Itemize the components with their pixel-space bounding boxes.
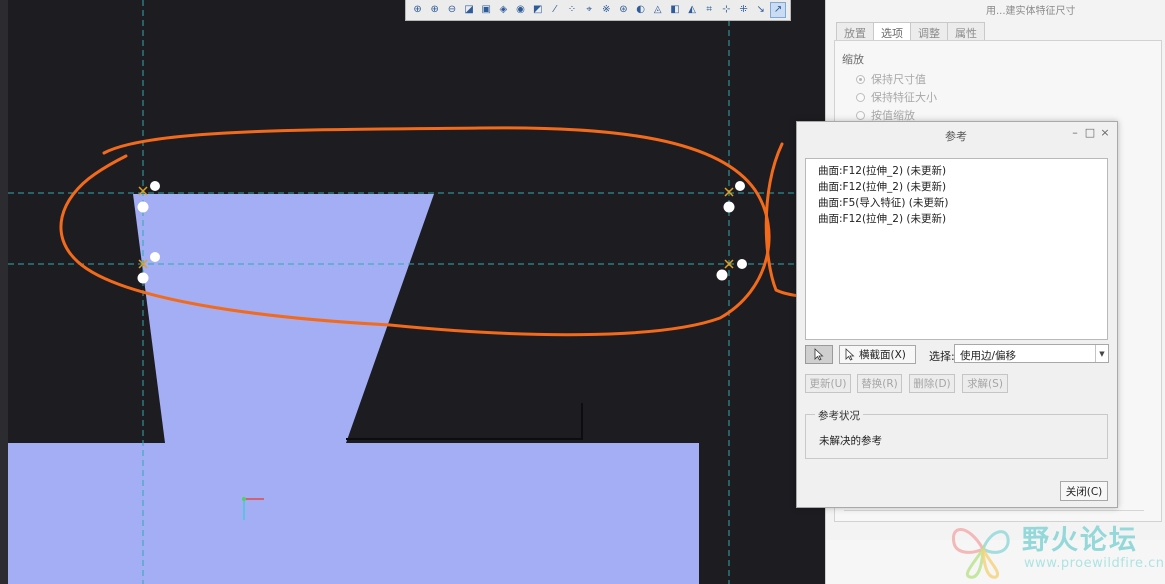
saved-views-icon[interactable]: ▣ — [479, 2, 494, 18]
delete-button[interactable]: 删除(D) — [909, 374, 955, 393]
dashboard-title: 用...建实体特征尺寸 — [986, 6, 1076, 17]
dashboard-title-bar: 用...建实体特征尺寸 — [826, 0, 1165, 18]
cursor-arrow-icon — [845, 348, 855, 361]
radio-keep-dim-values[interactable] — [856, 74, 865, 84]
select-value: 使用边/偏移 — [960, 350, 1017, 362]
watermark-title: 野火论坛 — [1022, 525, 1138, 556]
option-keep-dim-values[interactable]: 保持尺寸值 — [856, 71, 926, 87]
display-style-icon[interactable]: ◈ — [496, 2, 511, 18]
watermark-butterfly-logo — [951, 528, 1010, 579]
cross-section-label: 横截面(X) — [859, 349, 906, 361]
vertex-display-icon[interactable]: ↘ — [753, 2, 768, 18]
radio-scale-by-value[interactable] — [856, 110, 865, 120]
csys-display-icon[interactable]: ⌖ — [582, 2, 597, 18]
spin-center-icon[interactable]: ⊛ — [616, 2, 631, 18]
view-manager-icon[interactable]: ◉ — [513, 2, 528, 18]
cursor-arrow-icon — [814, 348, 824, 361]
list-item[interactable]: 曲面:F12(拉伸_2) (未更新) — [818, 211, 946, 226]
maximize-button[interactable]: □ — [1084, 126, 1096, 140]
repaint-icon[interactable]: ◪ — [461, 2, 476, 18]
close-button[interactable]: 关闭(C) — [1060, 481, 1108, 501]
base-block — [8, 443, 699, 584]
dialog-title: 参考 — [945, 130, 967, 143]
zoom-in-icon[interactable]: ⊕ — [427, 2, 442, 18]
zoom-out-icon[interactable]: ⊖ — [444, 2, 459, 18]
select-label: 选择: — [929, 350, 955, 363]
scale-section-label: 缩放 — [842, 53, 864, 66]
chevron-down-icon[interactable]: ▼ — [1095, 345, 1108, 362]
list-item[interactable]: 曲面:F12(拉伸_2) (未更新) — [818, 179, 946, 194]
reference-status-text: 未解决的参考 — [819, 435, 882, 447]
trapezoid-section — [133, 194, 434, 443]
minimize-button[interactable]: – — [1069, 126, 1081, 140]
option-label: 保持尺寸值 — [871, 73, 926, 86]
watermark-url: www.proewildfire.cn — [1024, 556, 1165, 571]
list-item[interactable]: 曲面:F5(导入特征) (未更新) — [818, 195, 948, 210]
dimension-display-icon[interactable]: ⌗ — [702, 2, 717, 18]
tab-options[interactable]: 选项 — [873, 22, 911, 41]
section-icon[interactable]: ◭ — [685, 2, 700, 18]
close-window-button[interactable]: × — [1099, 126, 1111, 140]
zoom-fit-icon[interactable]: ⊕ — [410, 2, 425, 18]
option-keep-feature-size[interactable]: 保持特征大小 — [856, 89, 937, 105]
update-button[interactable]: 更新(U) — [805, 374, 851, 393]
dashboard-tabs: 放置 选项 调整 属性 — [836, 22, 985, 41]
tab-placement[interactable]: 放置 — [836, 22, 874, 41]
radio-keep-feature-size[interactable] — [856, 92, 865, 102]
solve-button[interactable]: 求解(S) — [962, 374, 1008, 393]
step-edge — [346, 403, 583, 440]
select-dropdown[interactable]: 使用边/偏移 ▼ — [954, 344, 1109, 363]
list-item[interactable]: 曲面:F12(拉伸_2) (未更新) — [818, 163, 946, 178]
axis-display-icon[interactable]: ⁄ — [547, 2, 562, 18]
graphics-toolbar: ⊕ ⊕ ⊖ ◪ ▣ ◈ ◉ ◩ ⁄ ⁘ ⌖ ※ ⊛ ◐ ◬ ◧ ◭ ⌗ ⊹ ⁜ … — [405, 0, 791, 21]
grid-display-icon[interactable]: ⁜ — [736, 2, 751, 18]
references-list[interactable]: 曲面:F12(拉伸_2) (未更新) 曲面:F12(拉伸_2) (未更新) 曲面… — [805, 158, 1108, 340]
ref-marker-4 — [716, 259, 747, 281]
option-label: 保持特征大小 — [871, 91, 937, 104]
constraint-display-icon[interactable]: ⊹ — [719, 2, 734, 18]
tab-adjust[interactable]: 调整 — [910, 22, 948, 41]
annotation-display-icon[interactable]: ※ — [599, 2, 614, 18]
replace-button[interactable]: 替换(R) — [857, 374, 902, 393]
references-dialog: 参考 – □ × 曲面:F12(拉伸_2) (未更新) 曲面:F12(拉伸_2)… — [796, 121, 1118, 508]
cross-section-button[interactable]: 横截面(X) — [839, 345, 916, 364]
sketch-view-icon[interactable]: ◐ — [633, 2, 648, 18]
tab-properties[interactable]: 属性 — [947, 22, 985, 41]
plane-display-icon[interactable]: ◩ — [530, 2, 545, 18]
layers-icon[interactable]: ◧ — [667, 2, 682, 18]
dialog-title-bar[interactable]: 参考 – □ × — [797, 122, 1117, 146]
reference-status-legend: 参考状况 — [815, 408, 863, 423]
point-display-icon[interactable]: ⁘ — [564, 2, 579, 18]
perspective-icon[interactable]: ◬ — [650, 2, 665, 18]
ref-marker-3 — [723, 181, 745, 213]
pick-button[interactable] — [805, 345, 833, 364]
references-icon[interactable]: ↗ — [770, 2, 786, 18]
divider — [844, 510, 1144, 511]
